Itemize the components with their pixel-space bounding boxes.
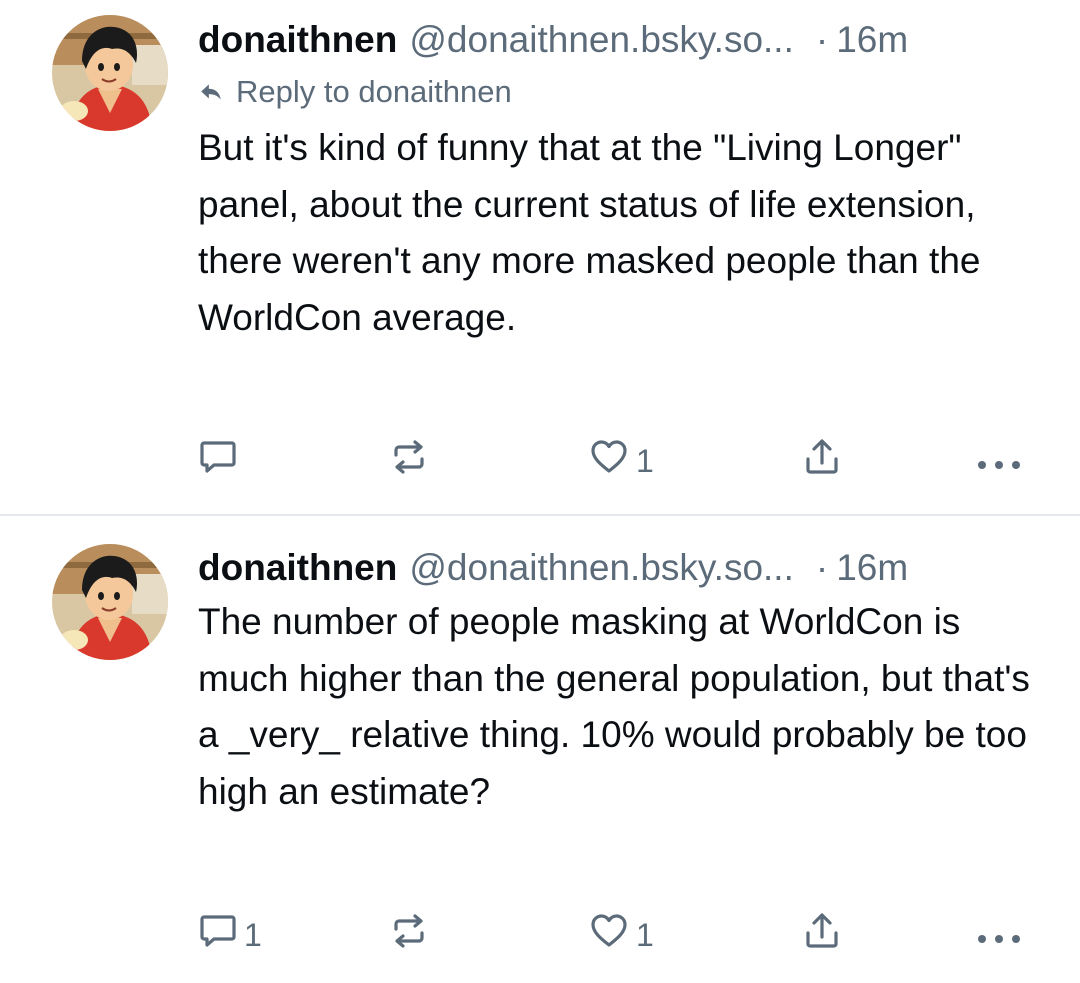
author-handle[interactable]: @donaithnen.bsky.so...: [409, 14, 794, 66]
share-button[interactable]: [802, 910, 842, 960]
reply-to-label: Reply to donaithnen: [236, 74, 512, 109]
repost-button[interactable]: [388, 436, 436, 486]
post-header: donaithnen @donaithnen.bsky.so... · 16m: [198, 14, 1040, 66]
author-name[interactable]: donaithnen: [198, 542, 397, 594]
heart-icon: [588, 436, 630, 486]
author-handle[interactable]: @donaithnen.bsky.so...: [409, 542, 794, 594]
post-item[interactable]: donaithnen @donaithnen.bsky.so... · 16m …: [0, 0, 1080, 514]
share-button[interactable]: [802, 436, 842, 486]
reply-to-link[interactable]: Reply to donaithnen: [198, 70, 1040, 114]
post-actions: 1: [198, 436, 1040, 486]
speech-bubble-icon: [198, 437, 238, 485]
avatar[interactable]: [52, 15, 168, 131]
ellipsis-icon: [976, 443, 1022, 480]
repost-button[interactable]: [388, 910, 436, 960]
separator-dot: ·: [815, 19, 829, 60]
like-button[interactable]: 1: [588, 436, 654, 486]
reply-button[interactable]: [198, 436, 244, 486]
share-upload-icon: [802, 911, 842, 959]
post-text: The number of people masking at WorldCon…: [198, 601, 1030, 812]
post-timestamp[interactable]: 16m: [836, 14, 908, 66]
post-text: But it's kind of funny that at the "Livi…: [198, 127, 981, 338]
heart-icon: [588, 910, 630, 960]
ellipsis-icon: [976, 917, 1022, 954]
post-header: donaithnen @donaithnen.bsky.so... · 16m: [198, 542, 1040, 594]
reply-button[interactable]: 1: [198, 910, 262, 960]
avatar[interactable]: [52, 544, 168, 660]
more-options-button[interactable]: [976, 436, 1022, 486]
post-timestamp[interactable]: 16m: [836, 542, 908, 594]
repost-arrows-icon: [388, 436, 430, 486]
like-count: 1: [636, 442, 654, 479]
separator-dot: ·: [815, 547, 829, 588]
like-count: 1: [636, 916, 654, 953]
repost-arrows-icon: [388, 910, 430, 960]
post-item[interactable]: donaithnen @donaithnen.bsky.so... · 16m …: [0, 516, 1080, 983]
author-name[interactable]: donaithnen: [198, 14, 397, 66]
reply-arrow-icon: [198, 79, 224, 105]
share-upload-icon: [802, 437, 842, 485]
post-actions: 1 1: [198, 910, 1040, 960]
like-button[interactable]: 1: [588, 910, 654, 960]
more-options-button[interactable]: [976, 910, 1022, 960]
speech-bubble-icon: [198, 911, 238, 959]
reply-count: 1: [244, 916, 262, 953]
